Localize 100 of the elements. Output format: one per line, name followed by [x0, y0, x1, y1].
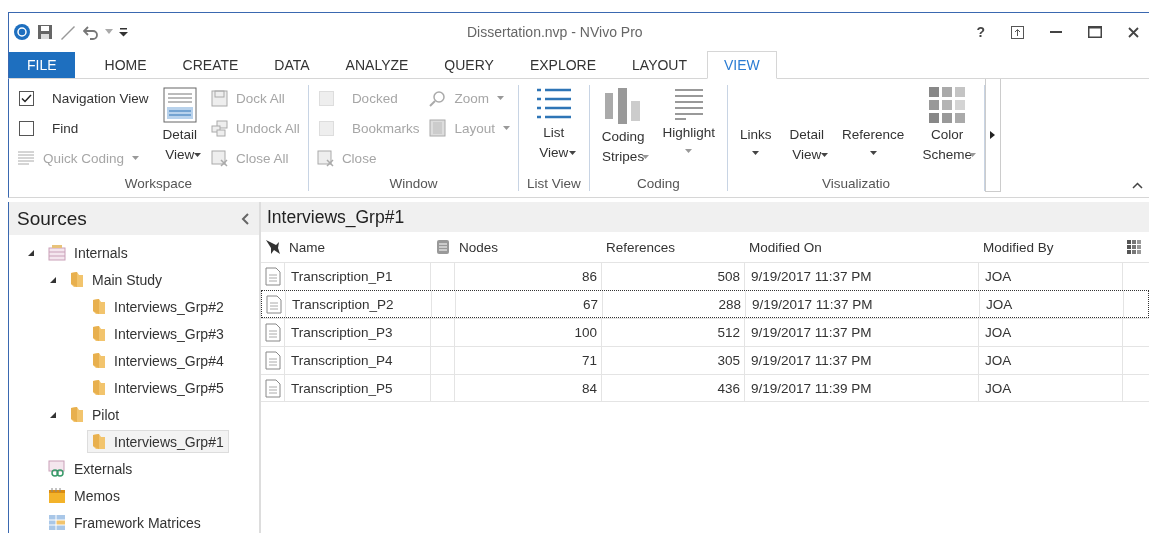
ribbon-tab[interactable]: CREATE — [166, 52, 255, 78]
folder-icon — [70, 271, 84, 288]
ribbon-tab[interactable]: VIEW — [707, 51, 777, 79]
document-icon — [264, 267, 281, 286]
tree-item[interactable]: Framework Matrices — [43, 511, 206, 534]
collapse-pane-icon[interactable] — [241, 212, 249, 225]
ribbon-tab[interactable]: EXPLORE — [513, 52, 613, 78]
table-cell: JOA — [979, 319, 1123, 346]
ribbon-button[interactable]: List View — [531, 85, 576, 157]
table-cell: 9/19/2017 11:37 PM — [745, 263, 979, 290]
document-icon — [162, 87, 197, 123]
ribbon-button[interactable]: Detail View — [785, 85, 829, 159]
table-cell: Transcription_P4 — [285, 347, 431, 374]
folder-title: Interviews_Grp#1 — [267, 206, 405, 228]
notepad-icon — [48, 487, 66, 504]
tree-item[interactable]: Interviews_Grp#1 — [87, 430, 229, 453]
table-cell: Transcription_P2 — [286, 291, 432, 317]
collapse-ribbon-icon[interactable] — [1132, 182, 1143, 189]
tree-item[interactable]: Pilot — [65, 403, 125, 426]
group-label: Window — [389, 176, 438, 191]
close-icon[interactable] — [1128, 26, 1139, 38]
folder-icon — [92, 298, 106, 315]
ribbon-tab[interactable]: HOME — [88, 52, 163, 78]
table-cell: 305 — [602, 347, 745, 374]
column-header[interactable]: Name — [285, 232, 431, 262]
document-icon — [264, 378, 281, 398]
checkbox-label[interactable]: Find — [52, 120, 79, 136]
lines-icon — [17, 150, 35, 166]
ribbon-button[interactable]: Detail View — [158, 85, 202, 159]
column-header[interactable]: Modified By — [979, 232, 1123, 262]
table-cell: 9/19/2017 11:37 PM — [745, 319, 979, 346]
ribbon-tab[interactable]: ANALYZE — [329, 52, 425, 78]
maximize-icon[interactable] — [1088, 26, 1102, 38]
tree-item[interactable]: Internals — [43, 241, 133, 264]
table-cell: 9/19/2017 11:37 PM — [745, 347, 979, 374]
table-cell: Transcription_P5 — [285, 375, 431, 401]
ribbon-tab[interactable]: QUERY — [428, 52, 510, 78]
document-icon — [265, 294, 282, 314]
grid-icon — [929, 87, 966, 123]
help-button[interactable]: ? — [976, 24, 985, 40]
table-row[interactable]: Transcription_P1 86 508 9/19/2017 11:37 PM JOA — [261, 262, 1149, 290]
windows-icon — [211, 119, 229, 137]
table-cell: JOA — [979, 347, 1123, 374]
column-header[interactable]: Nodes — [455, 232, 602, 262]
pane-title: Sources — [17, 207, 87, 230]
table-cell: JOA — [980, 291, 1124, 317]
scroll-right-icon[interactable] — [990, 131, 996, 139]
table-cell: 288 — [603, 291, 746, 317]
window-title: Dissertation.nvp - NVivo Pro — [466, 24, 644, 40]
document-icon — [264, 323, 281, 342]
table-cell: 71 — [455, 347, 602, 374]
ribbon-button[interactable]: Reference — [838, 85, 909, 157]
bars-icon — [604, 87, 643, 125]
ribbon-button[interactable]: Links — [736, 85, 776, 157]
group-label: Coding — [637, 176, 680, 191]
tree-item[interactable]: Interviews_Grp#4 — [87, 349, 229, 372]
group-label: List View — [526, 176, 581, 191]
close-window-icon — [316, 149, 334, 167]
checkbox-label[interactable]: Navigation View — [52, 90, 149, 106]
checkbox[interactable] — [19, 120, 34, 136]
column-header[interactable]: References — [602, 232, 745, 262]
tree-item[interactable]: Externals — [43, 457, 138, 480]
table-cell: 84 — [455, 375, 602, 401]
layout-icon — [429, 119, 447, 137]
tree-item[interactable]: Interviews_Grp#2 — [87, 295, 229, 318]
cabinet-link-icon — [48, 460, 66, 477]
grid-icon[interactable] — [1127, 240, 1141, 254]
tree-item[interactable]: Main Study — [65, 268, 168, 291]
tree-item[interactable]: Interviews_Grp#5 — [87, 376, 229, 399]
expand-arrow-icon[interactable] — [49, 275, 57, 284]
table-cell: Transcription_P3 — [285, 319, 431, 346]
undo-icon[interactable] — [83, 24, 99, 40]
tree-item[interactable]: Memos — [43, 484, 125, 507]
column-header[interactable]: Modified On — [745, 232, 979, 262]
customize-icon[interactable] — [119, 27, 128, 37]
table-row[interactable]: Transcription_P2 67 288 9/19/2017 11:37 PM JOA — [261, 290, 1149, 318]
lines-icon — [673, 87, 704, 121]
table-cell: JOA — [979, 375, 1123, 401]
ribbon-tab[interactable]: DATA — [258, 52, 326, 78]
ribbon-tab[interactable]: LAYOUT — [616, 52, 704, 78]
expand-arrow-icon[interactable] — [27, 248, 35, 257]
table-row[interactable]: Transcription_P4 71 305 9/19/2017 11:37 PM JOA — [261, 346, 1149, 374]
save-icon[interactable] — [37, 24, 53, 40]
document-icon — [264, 351, 281, 370]
table-row[interactable]: Transcription_P3 100 512 9/19/2017 11:37 PM JOA — [261, 318, 1149, 346]
group-label: Visualizatio — [821, 176, 890, 191]
table-cell: 67 — [456, 291, 603, 317]
tree-item[interactable]: Interviews_Grp#3 — [87, 322, 229, 345]
checkbox[interactable] — [19, 90, 34, 106]
table-cell: 508 — [602, 263, 745, 290]
pen-icon[interactable] — [59, 24, 77, 40]
table-row[interactable]: Transcription_P5 84 436 9/19/2017 11:39 PM JOA — [261, 374, 1149, 402]
app-logo-icon — [13, 23, 31, 41]
table-cell: JOA — [979, 263, 1123, 290]
ribbon-display-icon[interactable] — [1011, 25, 1024, 39]
table-cell: 512 — [602, 319, 745, 346]
table-cell: 9/19/2017 11:37 PM — [746, 291, 980, 317]
expand-arrow-icon[interactable] — [49, 410, 57, 419]
group-label: Workspace — [124, 176, 193, 191]
ribbon-tab[interactable]: FILE — [9, 52, 75, 78]
